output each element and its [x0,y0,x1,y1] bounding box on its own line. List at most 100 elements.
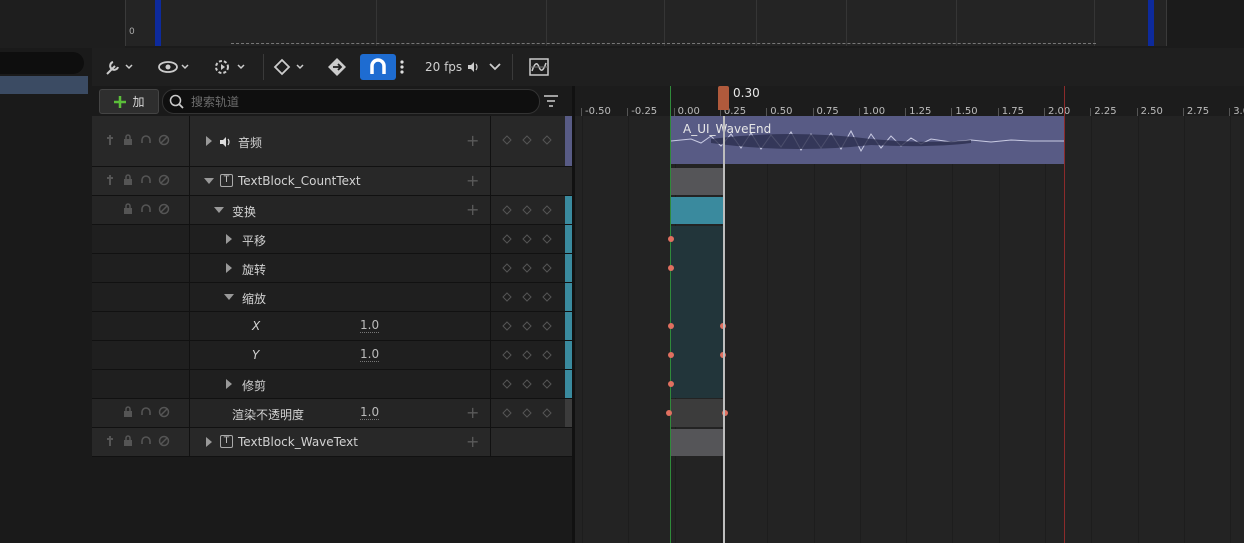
lock-icon[interactable] [122,435,134,447]
add-subtrack-button[interactable]: + [466,200,479,219]
headphones-icon[interactable] [140,134,152,146]
next-key-icon[interactable] [541,378,553,390]
track-row-render-opacity[interactable]: 渲染不透明度 1.0 + [92,399,572,428]
fps-dropdown[interactable]: 20 fps [425,56,502,78]
mute-icon[interactable] [158,134,170,146]
next-key-icon[interactable] [541,204,553,216]
lock-icon[interactable] [122,406,134,418]
lock-icon[interactable] [122,203,134,215]
curve-graph[interactable]: 0 [125,0,1167,46]
tools-dropdown[interactable] [104,56,134,78]
track-row-translation[interactable]: 平移 [92,225,572,254]
opacity-keyframe-start[interactable] [666,410,672,416]
filter-icon[interactable] [543,94,559,108]
collapse-arrow-icon[interactable] [214,207,224,213]
pin-icon[interactable] [104,134,116,146]
key-dropdown[interactable] [272,56,308,78]
add-key-icon[interactable] [521,233,533,245]
wavetext-section[interactable] [671,429,724,456]
translation-keyframe[interactable] [668,236,674,242]
track-row-audio[interactable]: 音频 + [92,116,572,167]
playhead-line[interactable] [723,116,725,543]
next-key-icon[interactable] [541,407,553,419]
track-row-shear[interactable]: 修剪 [92,370,572,399]
collapse-arrow-icon[interactable] [204,178,214,184]
next-key-icon[interactable] [541,291,553,303]
counttext-section[interactable] [671,168,724,195]
add-track-button[interactable]: 加 [99,89,159,114]
add-key-icon[interactable] [521,291,533,303]
headphones-icon[interactable] [140,203,152,215]
curve-editor-button[interactable] [528,56,550,78]
mute-icon[interactable] [158,406,170,418]
track-row-scale-y[interactable]: Y 1.0 [92,341,572,370]
time-ruler[interactable]: -0.50 -0.25 0.00 0.25 0.50 0.75 1.00 1.25 1.50 1.… [575,86,1244,117]
add-subtrack-button[interactable]: + [466,171,479,190]
opacity-section[interactable] [671,399,724,427]
headphones-icon[interactable] [140,406,152,418]
playback-end-marker[interactable] [1064,86,1065,543]
expand-arrow-icon[interactable] [226,263,232,273]
value-field[interactable]: 1.0 [360,406,380,420]
track-row-textblock-counttext[interactable]: T TextBlock_CountText + [92,167,572,196]
left-selected-item[interactable] [0,76,88,94]
auto-key-button[interactable] [326,56,348,78]
lock-icon[interactable] [122,134,134,146]
add-subtrack-button[interactable]: + [466,131,479,150]
add-subtrack-button[interactable]: + [466,432,479,451]
expand-arrow-icon[interactable] [206,437,212,447]
track-row-scale[interactable]: 缩放 [92,283,572,312]
add-key-icon[interactable] [521,134,533,146]
next-key-icon[interactable] [541,262,553,274]
add-key-icon[interactable] [521,378,533,390]
snap-toggle-button[interactable] [360,54,396,80]
value-field[interactable]: 1.0 [360,348,380,362]
view-dropdown[interactable] [158,56,192,78]
playhead-handle[interactable] [718,86,729,110]
pin-icon[interactable] [104,174,116,186]
value-field[interactable]: 1.0 [360,319,380,333]
track-search-input[interactable] [189,93,513,110]
track-row-transform[interactable]: 变换 + [92,196,572,225]
scale-y-keyframe-start[interactable] [668,352,674,358]
next-key-icon[interactable] [541,349,553,361]
playback-options-dropdown[interactable] [212,56,250,78]
track-row-scale-x[interactable]: X 1.0 [92,312,572,341]
rotation-keyframe[interactable] [668,265,674,271]
add-key-icon[interactable] [521,320,533,332]
expand-arrow-icon[interactable] [206,136,212,146]
audio-section[interactable]: A_UI_WaveEnd [671,116,1064,164]
transform-section[interactable] [671,197,724,224]
mute-icon[interactable] [158,203,170,215]
prev-key-icon[interactable] [501,320,513,332]
pin-icon[interactable] [104,435,116,447]
mute-icon[interactable] [158,435,170,447]
prev-key-icon[interactable] [501,407,513,419]
expand-arrow-icon[interactable] [226,379,232,389]
add-key-icon[interactable] [521,262,533,274]
add-key-icon[interactable] [521,407,533,419]
snap-options-menu[interactable] [398,56,406,78]
prev-key-icon[interactable] [501,291,513,303]
track-row-rotation[interactable]: 旋转 [92,254,572,283]
shear-keyframe[interactable] [668,381,674,387]
next-key-icon[interactable] [541,233,553,245]
add-key-icon[interactable] [521,349,533,361]
add-subtrack-button[interactable]: + [466,403,479,422]
lock-icon[interactable] [122,174,134,186]
next-key-icon[interactable] [541,134,553,146]
track-search[interactable] [162,89,540,114]
prev-key-icon[interactable] [501,233,513,245]
next-key-icon[interactable] [541,320,553,332]
headphones-icon[interactable] [140,435,152,447]
expand-arrow-icon[interactable] [226,234,232,244]
add-key-icon[interactable] [521,204,533,216]
prev-key-icon[interactable] [501,262,513,274]
track-row-textblock-wavetext[interactable]: T TextBlock_WaveText + [92,428,572,457]
prev-key-icon[interactable] [501,134,513,146]
headphones-icon[interactable] [140,174,152,186]
prev-key-icon[interactable] [501,204,513,216]
prev-key-icon[interactable] [501,378,513,390]
left-search-bar[interactable] [0,52,84,74]
mute-icon[interactable] [158,174,170,186]
